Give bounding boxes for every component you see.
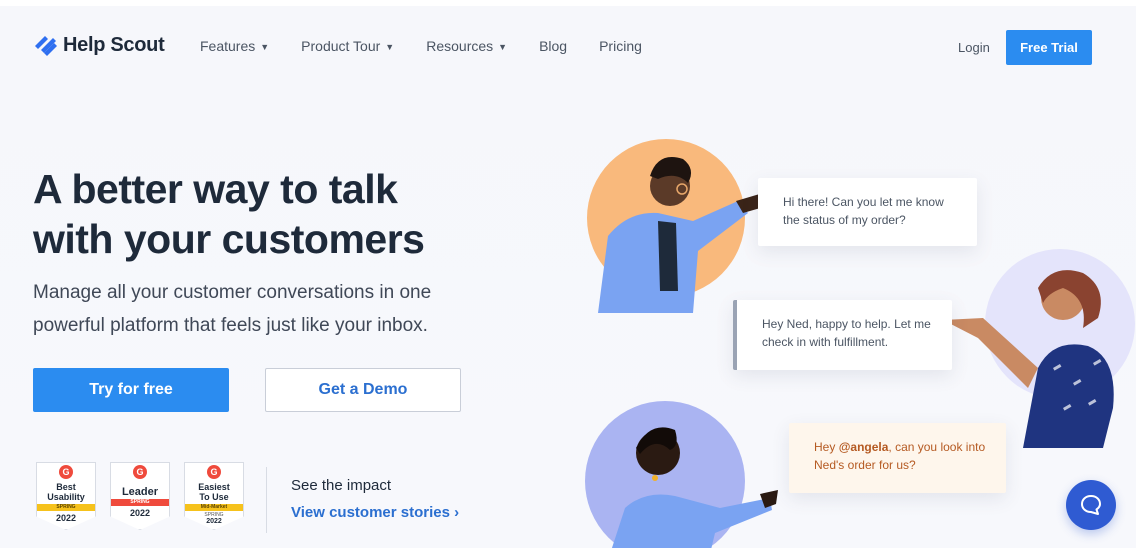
chevron-down-icon: ▼ [498, 42, 508, 52]
top-nav: Help Scout Features ▼ Product Tour ▼ Res… [0, 12, 1136, 82]
chevron-down-icon: ▼ [385, 42, 395, 52]
nav-links: Features ▼ Product Tour ▼ Resources ▼ Bl… [200, 38, 674, 54]
badge-title-line2: To Use [199, 492, 229, 502]
g2-icon: G [59, 465, 73, 479]
chevron-down-icon: ▼ [260, 42, 270, 52]
person-angela-illustration [611, 427, 778, 548]
hero-subtitle-line2: powerful platform that feels just like y… [33, 315, 428, 336]
nav-item-label: Blog [539, 38, 568, 54]
nav-item-label: Pricing [599, 38, 642, 54]
g2-icon: G [133, 465, 147, 479]
hero-subtitle-line1: Manage all your customer conversations i… [33, 282, 432, 303]
award-badges: G Best Usability SPRING 2022 G Leader SP… [36, 462, 244, 530]
nav-item-pricing[interactable]: Pricing [599, 38, 642, 54]
badge-title-line1: Easiest [198, 482, 230, 492]
hero-illustration: Hi there! Can you let me know the status… [560, 126, 1136, 548]
get-a-demo-button[interactable]: Get a Demo [265, 368, 461, 412]
nav-item-blog[interactable]: Blog [539, 38, 567, 54]
help-scout-logo-icon [35, 36, 57, 56]
badge-easiest-to-use: G Easiest To Use Mid-Market SPRING 2022 [184, 462, 244, 530]
badge-year: 2022 [129, 508, 151, 518]
nav-item-resources[interactable]: Resources ▼ [426, 38, 507, 54]
person-agent-illustration [943, 270, 1114, 448]
impact-heading: See the impact [291, 477, 392, 494]
free-trial-button[interactable]: Free Trial [1006, 30, 1092, 65]
page: Help Scout Features ▼ Product Tour ▼ Res… [0, 0, 1136, 548]
chat-bubble-customer: Hi there! Can you let me know the status… [758, 178, 977, 246]
badge-band: SPRING [111, 499, 169, 506]
badge-title: Leader [121, 486, 159, 498]
logo[interactable]: Help Scout [33, 32, 165, 58]
hero-title: A better way to talk with your customers [33, 164, 553, 264]
chat-launcher-button[interactable] [1066, 480, 1116, 530]
g2-icon: G [207, 465, 221, 479]
nav-item-label: Features [200, 38, 256, 54]
badge-year: 2022 [55, 513, 77, 523]
divider [266, 467, 267, 533]
note-prefix: Hey [814, 440, 839, 454]
badge-title-line2: Usability [47, 492, 85, 502]
chat-bubble-icon [1081, 495, 1101, 515]
badge-title-line1: Best [56, 482, 76, 492]
badge-title: Best Usability [47, 482, 85, 502]
hero-title-line2: with your customers [33, 216, 425, 262]
try-for-free-button[interactable]: Try for free [33, 368, 229, 412]
chat-bubble-agent: Hey Ned, happy to help. Let me check in … [733, 300, 952, 370]
hero-title-line1: A better way to talk [33, 166, 398, 212]
login-link[interactable]: Login [958, 40, 990, 55]
logo-text: Help Scout [63, 33, 165, 56]
badge-title: Easiest To Use [198, 482, 230, 502]
badge-leader: G Leader SPRING 2022 [110, 462, 170, 530]
nav-item-label: Resources [426, 38, 494, 54]
chat-bubble-internal-note: Hey @angela, can you look into Ned's ord… [789, 423, 1006, 493]
hero-subtitle: Manage all your customer conversations i… [33, 276, 463, 342]
badge-band: Mid-Market [185, 504, 243, 511]
badge-best-usability: G Best Usability SPRING 2022 [36, 462, 96, 530]
view-customer-stories-link[interactable]: View customer stories › [291, 504, 459, 521]
badge-year: 2022 [206, 518, 222, 525]
nav-item-features[interactable]: Features ▼ [200, 38, 269, 54]
nav-item-label: Product Tour [301, 38, 381, 54]
person-ned-illustration [598, 157, 770, 313]
mention-tag: @angela [838, 440, 889, 454]
nav-item-product-tour[interactable]: Product Tour ▼ [301, 38, 394, 54]
badge-band: SPRING [37, 504, 95, 511]
